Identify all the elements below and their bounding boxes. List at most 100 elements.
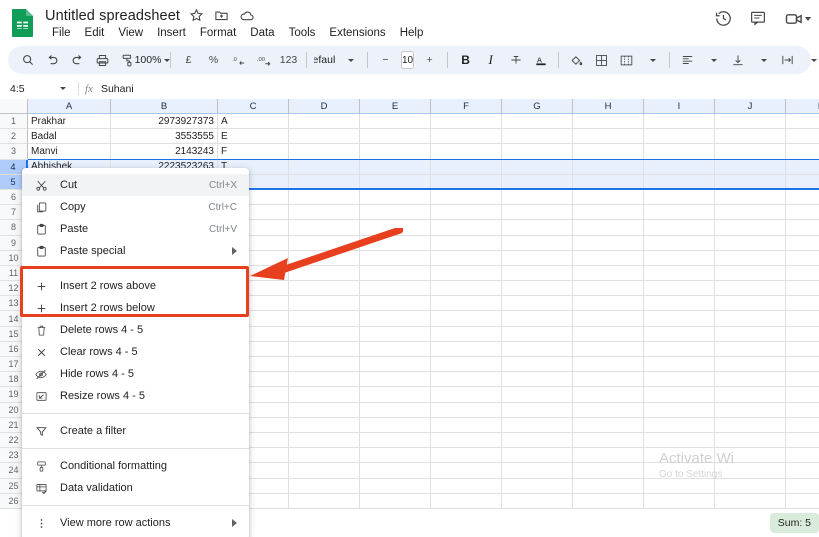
- menu-data[interactable]: Data: [243, 24, 281, 42]
- menu-item-clear-rows[interactable]: Clear rows 4 - 5: [22, 341, 249, 363]
- cell-E9[interactable]: [360, 235, 431, 251]
- cell-I4[interactable]: [644, 159, 715, 175]
- cell-J23[interactable]: [715, 448, 786, 464]
- cell-B2[interactable]: 3553555: [111, 129, 218, 145]
- cell-F15[interactable]: [431, 326, 502, 342]
- cell-G16[interactable]: [502, 341, 573, 357]
- menu-extensions[interactable]: Extensions: [322, 24, 392, 42]
- cell-H26[interactable]: [573, 493, 644, 509]
- cell-K6[interactable]: [786, 190, 819, 206]
- cell-J17[interactable]: [715, 357, 786, 373]
- cell-D17[interactable]: [289, 357, 360, 373]
- cell-E8[interactable]: [360, 220, 431, 236]
- menu-insert[interactable]: Insert: [150, 24, 193, 42]
- menu-item-insert-rows-above[interactable]: Insert 2 rows above: [22, 275, 249, 297]
- cell-G25[interactable]: [502, 478, 573, 494]
- cell-D1[interactable]: [289, 114, 360, 130]
- cell-E13[interactable]: [360, 296, 431, 312]
- cell-K7[interactable]: [786, 205, 819, 221]
- comment-icon[interactable]: [749, 9, 768, 28]
- cell-H12[interactable]: [573, 281, 644, 297]
- cell-D2[interactable]: [289, 129, 360, 145]
- cell-G1[interactable]: [502, 114, 573, 130]
- cell-G11[interactable]: [502, 265, 573, 282]
- cell-D6[interactable]: [289, 189, 360, 206]
- cell-D21[interactable]: [289, 417, 360, 433]
- column-header-d[interactable]: D: [289, 99, 360, 114]
- menu-file[interactable]: File: [45, 24, 78, 42]
- cell-D14[interactable]: [289, 311, 360, 327]
- cloud-saved-icon[interactable]: [239, 8, 255, 24]
- cell-K9[interactable]: [786, 236, 819, 251]
- cell-I16[interactable]: [644, 341, 715, 357]
- cell-C3[interactable]: F: [218, 144, 289, 160]
- cell-E24[interactable]: [360, 463, 431, 479]
- decrease-font-size-button[interactable]: −: [375, 49, 397, 71]
- cell-D8[interactable]: [289, 220, 360, 236]
- version-history-icon[interactable]: [714, 9, 733, 28]
- cell-I20[interactable]: [644, 402, 715, 418]
- cell-J25[interactable]: [715, 478, 786, 494]
- cell-J3[interactable]: [715, 144, 786, 160]
- cell-A2[interactable]: Badal: [28, 129, 111, 145]
- cell-C2[interactable]: E: [218, 129, 289, 145]
- cell-G19[interactable]: [502, 387, 573, 403]
- cell-F12[interactable]: [431, 281, 502, 297]
- cell-H8[interactable]: [573, 220, 644, 236]
- cell-H23[interactable]: [573, 448, 644, 464]
- cell-F3[interactable]: [431, 144, 502, 160]
- cell-J19[interactable]: [715, 387, 786, 403]
- cell-J11[interactable]: [715, 265, 786, 282]
- font-family-selector[interactable]: Defaul...: [314, 49, 336, 71]
- cell-H14[interactable]: [573, 311, 644, 327]
- cell-E10[interactable]: [360, 250, 431, 266]
- column-header-j[interactable]: J: [715, 99, 786, 114]
- menu-item-data-validation[interactable]: Data validation: [22, 477, 249, 499]
- cell-H18[interactable]: [573, 372, 644, 388]
- text-wrapping-button[interactable]: [777, 49, 799, 71]
- cell-I19[interactable]: [644, 387, 715, 403]
- cell-I12[interactable]: [644, 281, 715, 297]
- cell-K14[interactable]: [786, 311, 819, 327]
- column-header-f[interactable]: F: [431, 99, 502, 114]
- cell-I11[interactable]: [644, 265, 715, 282]
- column-header-g[interactable]: G: [502, 99, 573, 114]
- cell-G17[interactable]: [502, 357, 573, 373]
- cell-F16[interactable]: [431, 341, 502, 357]
- cell-J26[interactable]: [715, 493, 786, 509]
- cell-D16[interactable]: [289, 341, 360, 357]
- cell-K23[interactable]: [786, 448, 819, 464]
- cell-K2[interactable]: [786, 129, 819, 145]
- cell-F4[interactable]: [431, 159, 502, 175]
- cell-E5[interactable]: [360, 174, 431, 190]
- currency-format-button[interactable]: £: [178, 49, 200, 71]
- cell-D22[interactable]: [289, 432, 360, 449]
- cell-K11[interactable]: [786, 266, 819, 282]
- row-header-2[interactable]: 2: [0, 129, 28, 145]
- cell-E17[interactable]: [360, 357, 431, 373]
- cell-B3[interactable]: 2143243: [111, 144, 218, 160]
- column-header-i[interactable]: I: [644, 99, 715, 114]
- cell-J6[interactable]: [715, 189, 786, 206]
- cell-H17[interactable]: [573, 357, 644, 373]
- cell-D4[interactable]: [289, 159, 360, 175]
- cell-J24[interactable]: [715, 463, 786, 479]
- cell-F18[interactable]: [431, 372, 502, 388]
- cell-J8[interactable]: [715, 220, 786, 236]
- cell-J4[interactable]: [715, 159, 786, 175]
- cell-I2[interactable]: [644, 129, 715, 145]
- cell-K3[interactable]: [786, 144, 819, 160]
- cell-K20[interactable]: [786, 403, 819, 418]
- cell-H5[interactable]: [573, 174, 644, 190]
- cell-K24[interactable]: [786, 463, 819, 479]
- status-badge[interactable]: Sum: 5: [769, 513, 819, 533]
- cell-J12[interactable]: [715, 281, 786, 297]
- cell-G4[interactable]: [502, 159, 573, 175]
- cell-F2[interactable]: [431, 129, 502, 145]
- cell-G22[interactable]: [502, 432, 573, 449]
- menu-item-paste[interactable]: Paste Ctrl+V: [22, 218, 249, 240]
- cell-H4[interactable]: [573, 159, 644, 175]
- cell-H13[interactable]: [573, 296, 644, 312]
- cell-D19[interactable]: [289, 387, 360, 403]
- cell-J21[interactable]: [715, 417, 786, 433]
